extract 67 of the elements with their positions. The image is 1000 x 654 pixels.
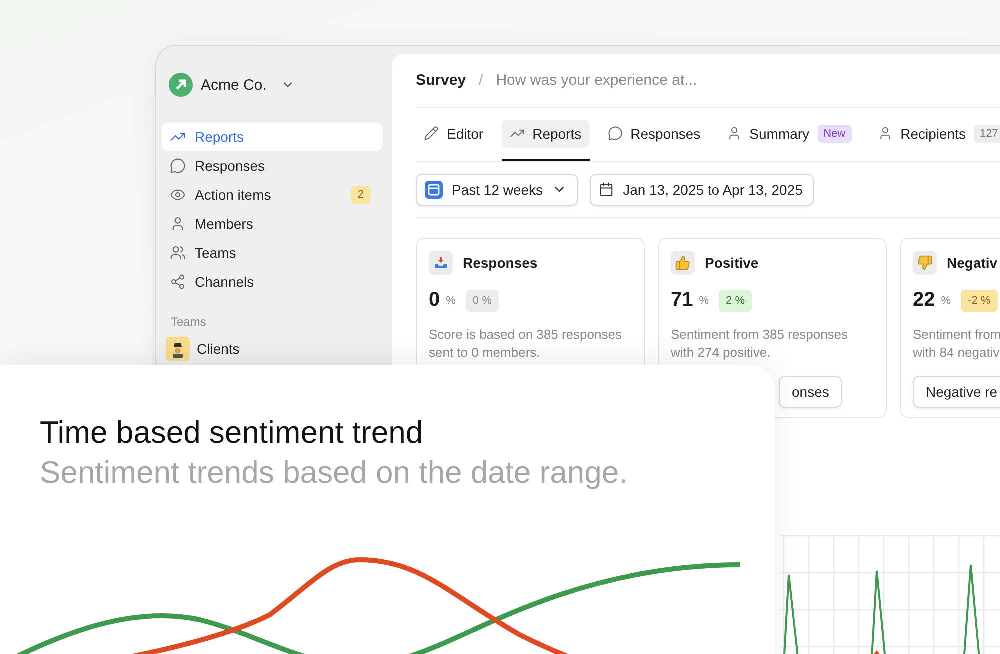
sidebar-item-label: Action items — [195, 187, 272, 203]
sidebar-item[interactable]: Action items 2 — [162, 181, 383, 209]
calendar-icon — [599, 182, 614, 197]
card-title: Negativ — [947, 255, 998, 271]
tab-badge: 127 — [974, 124, 1000, 142]
tab-badge: New — [818, 124, 852, 142]
breadcrumb-root[interactable]: Survey — [416, 72, 466, 89]
date-range-button[interactable]: Jan 13, 2025 to Apr 13, 2025 — [590, 174, 814, 206]
delta-badge: -2 % — [961, 290, 998, 312]
tab-label: Summary — [750, 126, 810, 142]
card-title: Positive — [705, 255, 759, 271]
tab-icon — [424, 126, 439, 141]
tab-icon — [608, 126, 623, 141]
sidebar-item-label: Channels — [195, 274, 256, 290]
card-description: Score is based on 385 responses sent to 0 members. — [429, 326, 623, 362]
breadcrumb-current: How was your experience at... — [496, 72, 698, 89]
card-button[interactable]: Negative re — [913, 376, 1000, 408]
inbox-tray-icon — [433, 255, 449, 271]
stat-value: 22 — [913, 289, 936, 312]
team-name[interactable]: Clients — [197, 341, 240, 357]
card-title: Responses — [463, 255, 538, 271]
sidebar-item[interactable]: Teams — [162, 239, 383, 267]
tab[interactable]: Responses — [600, 108, 709, 160]
sidebar-item-label: Reports — [195, 129, 246, 145]
delta-badge: 2 % — [719, 290, 752, 312]
logo-icon — [169, 73, 193, 97]
nav-icon — [170, 187, 186, 203]
tab-icon — [878, 126, 893, 141]
thumbs-down-icon — [917, 255, 933, 271]
tab-label: Reports — [532, 126, 582, 142]
sidebar-item[interactable]: Reports — [162, 123, 383, 151]
stat-value: 0 — [429, 289, 440, 312]
tab-icon — [726, 126, 742, 141]
stat-unit: % — [699, 294, 710, 306]
workspace-name[interactable]: Acme Co. — [201, 76, 267, 94]
sidebar-item[interactable]: Members — [162, 210, 383, 238]
stat-unit: % — [941, 294, 952, 306]
section-title: Teams — [170, 314, 208, 331]
card-title: Time based sentiment trend — [40, 415, 424, 451]
nav-icon — [170, 216, 186, 232]
tab[interactable]: Editor — [416, 108, 492, 160]
tab-label: Recipients — [900, 126, 966, 142]
stat-value: 71 — [671, 289, 694, 312]
card-button[interactable]: onses — [779, 376, 842, 408]
card-description: Sentiment from with 84 negativ — [913, 326, 1000, 362]
stat-unit: % — [446, 294, 456, 306]
sidebar-item-label: Members — [195, 216, 254, 232]
sidebar-item[interactable]: Responses — [162, 152, 383, 180]
calendar-icon — [425, 180, 443, 198]
tab-label: Editor — [447, 126, 484, 142]
count-badge: 2 — [350, 186, 371, 204]
nav-icon — [170, 245, 186, 261]
sidebar-item-label: Responses — [195, 158, 266, 174]
period-select[interactable]: Past 12 weeks — [416, 174, 578, 206]
card-subtitle: Sentiment trends based on the date range. — [40, 455, 629, 491]
tab[interactable]: Summary New — [718, 108, 860, 160]
nav-icon — [170, 158, 186, 174]
tab-label: Responses — [630, 126, 701, 142]
delta-badge: 0 % — [466, 290, 499, 312]
sidebar-item[interactable]: Channels — [162, 268, 383, 296]
nav-icon — [170, 274, 186, 290]
sidebar-item-label: Teams — [195, 245, 238, 261]
tab[interactable]: Recipients 127 — [870, 108, 1000, 160]
breadcrumb-separator: / — [479, 72, 484, 89]
team-avatar-icon — [166, 337, 190, 361]
card-description: Sentiment from 385 responses with 274 positive. — [671, 326, 850, 362]
thumbs-up-icon — [675, 255, 691, 271]
